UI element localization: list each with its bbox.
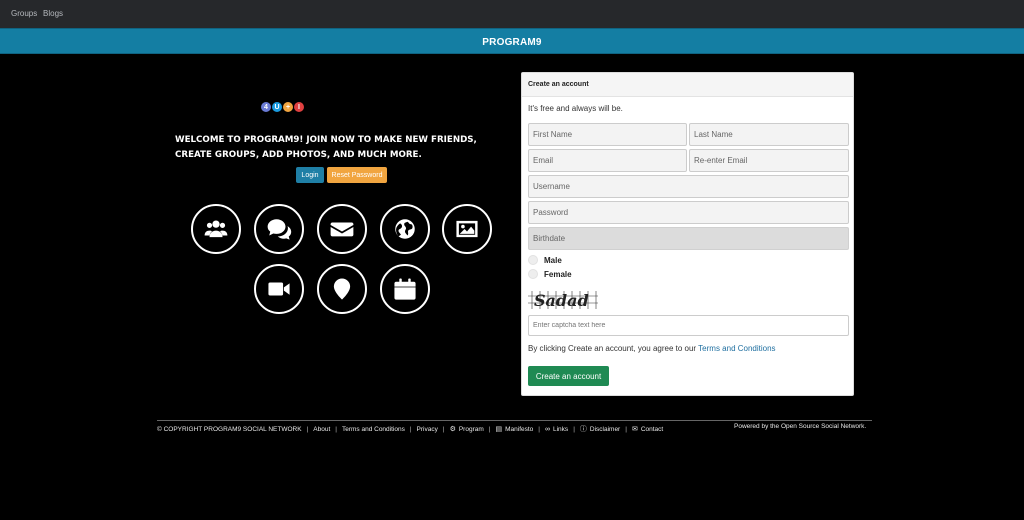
scroll-icon: ▤ [495,426,503,433]
gender-female-option[interactable]: Female [528,269,572,279]
captcha-input[interactable] [528,315,849,336]
welcome-text: WELCOME TO PROGRAM9! JOIN NOW TO MAKE NE… [175,135,477,160]
logo-letter-3: + [283,102,293,112]
calendar-icon [380,264,430,314]
footer-contact-link[interactable]: Contact [641,426,663,433]
footer-manifesto-link[interactable]: Manifesto [505,426,533,433]
comments-icon [254,204,304,254]
create-account-button[interactable]: Create an account [528,366,609,386]
footer-terms-link[interactable]: Terms and Conditions [342,426,405,433]
globe-icon [380,204,430,254]
site-banner: PROGRAM9 [0,28,1024,54]
signup-card-header: Create an account [522,73,853,97]
footer-program-link[interactable]: Program [459,426,484,433]
terms-agreement: By clicking Create an account, you agree… [528,344,776,353]
video-icon [254,264,304,314]
first-name-field[interactable] [528,123,687,146]
female-radio[interactable] [528,269,538,279]
footer-about-link[interactable]: About [313,426,330,433]
gender-male-option[interactable]: Male [528,255,562,265]
footer-separator: | [335,425,337,433]
powered-by-text: Powered by the Open Source Social Networ… [734,423,867,430]
map-marker-icon [317,264,367,314]
male-label: Male [544,255,562,265]
agree-text: By clicking Create an account, you agree… [528,344,699,353]
gears-icon: ⚙ [449,426,456,433]
footer-privacy-link[interactable]: Privacy [417,426,438,433]
login-button[interactable]: Login [296,167,324,183]
footer-links-link[interactable]: Links [553,426,568,433]
logo-letter-1: 4 [261,102,271,112]
footer-separator: | [625,425,627,433]
logo-letter-4: I [294,102,304,112]
info-icon: ⓘ [579,426,587,433]
footer-separator: | [409,425,412,433]
footer-disclaimer-link[interactable]: Disclaimer [590,426,620,433]
email-field[interactable] [528,149,687,172]
captcha-text: Sadad [534,291,589,310]
nav-blogs-link[interactable]: Blogs [43,9,63,18]
link-icon: ∞ [545,425,550,433]
last-name-field[interactable] [689,123,849,146]
users-icon [191,204,241,254]
male-radio[interactable] [528,255,538,265]
footer-copyright: © COPYRIGHT PROGRAM9 SOCIAL NETWORK [157,425,302,433]
reset-password-button[interactable]: Reset Password [327,167,387,183]
nav-groups-link[interactable]: Groups [11,9,37,18]
footer-separator: | [573,425,575,433]
top-navbar: Groups Blogs [0,0,1024,28]
female-label: Female [544,269,572,279]
birthdate-field[interactable] [528,227,849,250]
captcha-image: Sadad [528,291,598,310]
site-title[interactable]: PROGRAM9 [0,37,1024,48]
envelope-icon [317,204,367,254]
image-icon [442,204,492,254]
reenter-email-field[interactable] [689,149,849,172]
logo-letter-2: U [272,102,282,112]
footer-separator: | [538,425,540,433]
username-field[interactable] [528,175,849,198]
footer-separator: | [442,425,445,433]
footer-divider [157,420,872,421]
signup-card: Create an account It's free and always w… [521,72,854,396]
signup-subtitle: It's free and always will be. [528,104,623,113]
terms-link[interactable]: Terms and Conditions [698,344,775,353]
footer-separator: | [306,425,309,433]
footer-links: © COPYRIGHT PROGRAM9 SOCIAL NETWORK | Ab… [157,424,663,434]
footer-separator: | [488,425,491,433]
handshake-icon: ✉ [631,426,638,433]
logo: 4 U + I [261,102,304,113]
password-field[interactable] [528,201,849,224]
